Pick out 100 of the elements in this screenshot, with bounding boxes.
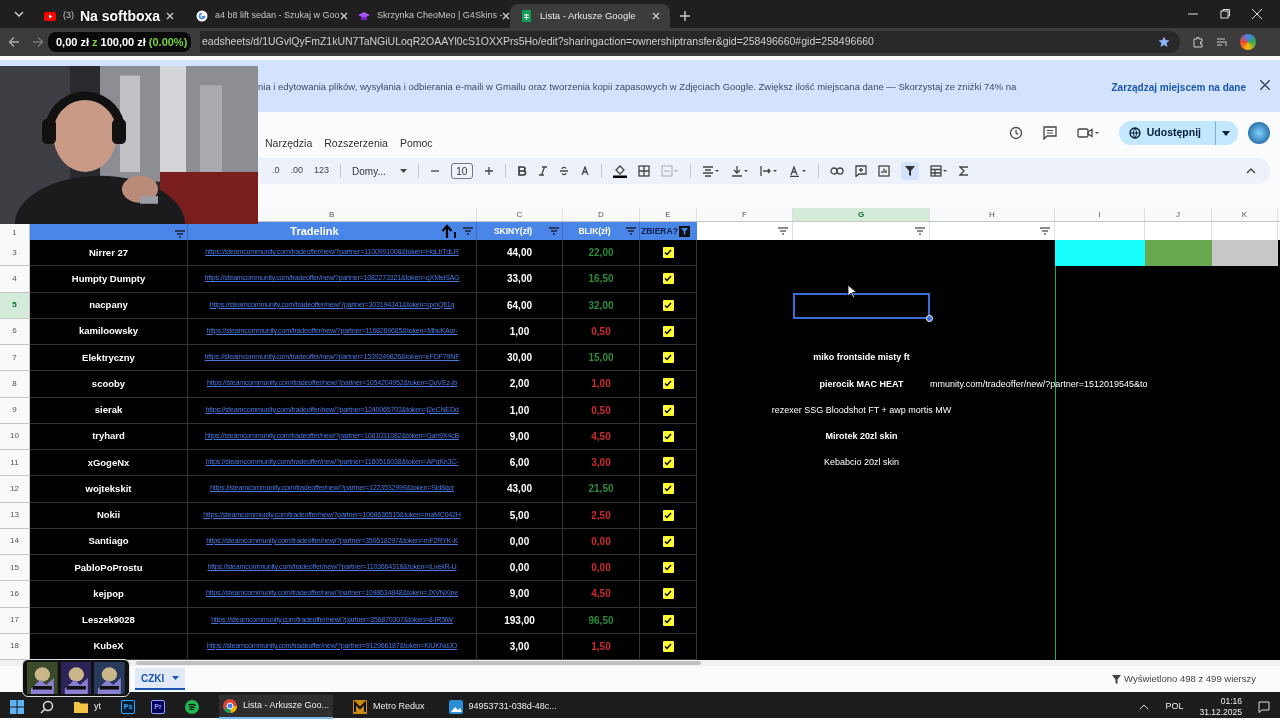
history-icon[interactable] <box>1008 126 1023 140</box>
filter-icon[interactable] <box>915 227 925 235</box>
sort-arrows-icon[interactable] <box>441 224 459 238</box>
number-format-button[interactable]: 123 <box>314 164 330 178</box>
checkbox[interactable] <box>662 457 674 469</box>
link-icon[interactable] <box>829 166 844 176</box>
checkbox[interactable] <box>662 430 674 442</box>
checkbox[interactable] <box>662 404 674 416</box>
filter-icon[interactable] <box>778 227 788 235</box>
column-header[interactable]: D <box>563 208 640 221</box>
strikethrough-icon[interactable] <box>558 166 569 176</box>
back-icon[interactable] <box>8 36 20 48</box>
menu-item[interactable]: Pomoc <box>399 136 433 152</box>
fill-color-icon[interactable] <box>612 164 627 178</box>
maximize-icon[interactable] <box>1220 9 1230 19</box>
sum-icon[interactable] <box>958 166 969 176</box>
merge-cells-icon[interactable] <box>660 165 679 177</box>
checkbox[interactable] <box>662 509 674 521</box>
filter-icon[interactable] <box>175 230 185 238</box>
row-header[interactable]: 14 <box>0 528 30 555</box>
close-icon[interactable] <box>1260 80 1270 90</box>
italic-icon[interactable] <box>537 166 548 176</box>
chart-icon[interactable] <box>877 165 890 177</box>
filter-button[interactable] <box>900 162 919 180</box>
filter-icon[interactable] <box>463 227 473 235</box>
media-icon[interactable] <box>1216 36 1228 48</box>
checkbox[interactable] <box>662 588 674 600</box>
row-header[interactable]: 16 <box>0 581 30 608</box>
table-view-icon[interactable] <box>929 165 948 177</box>
decrease-decimals-button[interactable]: .0 <box>272 164 280 178</box>
active-filter-icon[interactable] <box>678 225 690 237</box>
column-header[interactable]: J <box>1145 208 1212 221</box>
checkbox[interactable] <box>662 483 674 495</box>
share-button[interactable]: Udostępnij <box>1118 121 1238 145</box>
browser-tab[interactable]: Lista - Arkusze Google <box>510 4 670 28</box>
notification-icon[interactable] <box>1258 701 1270 713</box>
row-header[interactable]: 4 <box>0 266 30 293</box>
bold-icon[interactable] <box>516 166 527 176</box>
sheet-tab[interactable]: CZKI <box>135 668 186 690</box>
comment-icon[interactable] <box>1042 126 1057 140</box>
browser-tab[interactable]: Skrzynka CheoMeo | G4Skins - <box>358 9 503 23</box>
taskbar-app[interactable]: yt <box>70 695 105 719</box>
manage-storage-link[interactable]: Zarządzaj miejscem na dane <box>1111 80 1246 95</box>
text-wrap-icon[interactable] <box>759 165 778 177</box>
row-header[interactable]: 13 <box>0 502 30 529</box>
checkbox[interactable] <box>662 614 674 626</box>
windows-icon[interactable] <box>10 700 24 714</box>
profile-avatar[interactable] <box>1240 34 1256 50</box>
checkbox[interactable] <box>662 273 674 285</box>
checkbox[interactable] <box>662 562 674 574</box>
clock[interactable]: 01:16 31.12.2025 <box>1199 696 1242 718</box>
filter-icon[interactable] <box>549 227 559 235</box>
taskbar-app[interactable]: 94953731-038d-48c... <box>444 695 561 719</box>
column-header[interactable]: I <box>1055 208 1145 221</box>
dropdown-icon[interactable] <box>14 11 24 17</box>
menu-item[interactable]: Rozszerzenia <box>324 136 388 152</box>
font-size-field[interactable]: 10 <box>450 163 473 179</box>
row-header[interactable]: 5 <box>0 292 30 319</box>
column-header[interactable]: K <box>1212 208 1278 221</box>
row-header[interactable]: 7 <box>0 345 30 372</box>
checkbox[interactable] <box>662 325 674 337</box>
extensions-icon[interactable] <box>1192 36 1204 48</box>
row-header[interactable]: 17 <box>0 607 30 634</box>
row-header[interactable]: 10 <box>0 423 30 450</box>
taskbar-app[interactable]: Metro Redux <box>349 695 429 719</box>
row-header[interactable]: 6 <box>0 318 30 345</box>
checkbox[interactable] <box>662 352 674 364</box>
checkbox[interactable] <box>662 299 674 311</box>
filter-icon[interactable] <box>1040 227 1050 235</box>
checkbox[interactable] <box>662 378 674 390</box>
column-header[interactable]: C <box>477 208 563 221</box>
browser-tab[interactable]: a4 b8 lift sedan - Szukaj w Goo <box>196 9 340 23</box>
row-header[interactable]: 3 <box>0 240 30 267</box>
menu-item[interactable]: Narzędzia <box>265 136 313 152</box>
star-icon[interactable] <box>1158 36 1170 48</box>
row-header[interactable]: 18 <box>0 633 30 660</box>
row-header[interactable]: 15 <box>0 555 30 582</box>
checkbox[interactable] <box>662 535 674 547</box>
language-indicator[interactable]: POL <box>1165 700 1184 714</box>
taskbar-app[interactable]: Lista - Arkusze Goo... <box>219 695 334 719</box>
increase-decimals-button[interactable]: .00 <box>290 164 304 178</box>
column-header[interactable]: E <box>640 208 697 221</box>
filter-icon[interactable] <box>626 227 636 235</box>
video-call-icon[interactable] <box>1076 127 1099 139</box>
font-dropdown[interactable]: Domy... <box>352 163 407 179</box>
align-icon[interactable] <box>701 165 720 177</box>
text-rotation-icon[interactable] <box>788 165 807 177</box>
add-comment-icon[interactable] <box>854 165 867 177</box>
browser-tab[interactable]: (3) <box>44 9 74 23</box>
plus-icon[interactable] <box>483 166 494 176</box>
row-header[interactable]: 12 <box>0 476 30 503</box>
account-avatar[interactable] <box>1248 122 1270 144</box>
borders-icon[interactable] <box>637 165 650 177</box>
row-header[interactable]: 9 <box>0 397 30 424</box>
row-header[interactable]: 8 <box>0 371 30 398</box>
search-icon[interactable] <box>40 700 54 714</box>
checkbox[interactable] <box>662 247 674 259</box>
collapse-icon[interactable] <box>1246 168 1256 174</box>
column-header[interactable]: G <box>793 208 930 221</box>
checkbox[interactable] <box>662 640 674 652</box>
